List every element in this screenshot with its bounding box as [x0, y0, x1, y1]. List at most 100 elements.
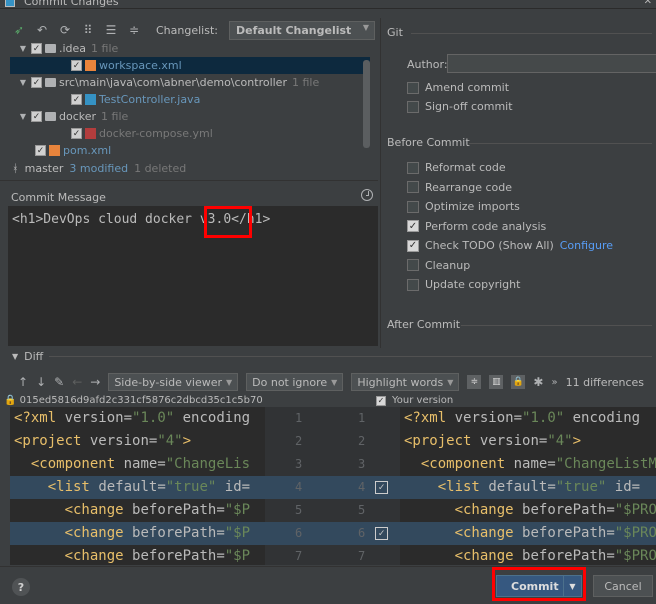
arrow-right-icon[interactable]: → — [90, 375, 100, 389]
option-checkbox[interactable] — [407, 259, 419, 271]
changelist-select[interactable]: Default Changelist ▼ — [228, 20, 375, 40]
tree-item[interactable]: ✓ pom.xml — [10, 142, 370, 159]
option-checkbox[interactable] — [407, 81, 419, 94]
gutter-row: 4 4 ✓ — [265, 476, 400, 499]
option-checkbox[interactable] — [407, 100, 419, 113]
window-title: Commit Changes — [24, 0, 119, 8]
chevron-down-icon[interactable]: ▼ — [18, 44, 28, 53]
sync-scroll-icon[interactable]: ▥ — [489, 375, 504, 389]
include-change-checkbox[interactable]: ✓ — [375, 527, 388, 540]
git-option[interactable]: Sign-off commit — [407, 100, 513, 113]
code-line: <change beforePath="$P — [64, 548, 251, 564]
branch-name[interactable]: master — [25, 162, 64, 175]
diff-right-editor[interactable]: <?xml version="1.0" encoding <project ver… — [400, 407, 656, 565]
before-commit-option[interactable]: ✓ Check TODO (Show All) Configure — [407, 239, 613, 252]
option-label: Perform code analysis — [425, 219, 547, 233]
code-line: <project version="4"> — [404, 433, 582, 449]
tree-item-label: TestController.java — [99, 93, 201, 106]
gear-icon[interactable]: ✱ — [533, 375, 543, 389]
commit-button[interactable]: Commit ▼ — [496, 575, 582, 597]
tree-checkbox[interactable]: ✓ — [31, 111, 42, 122]
tree-scrollbar[interactable] — [363, 60, 370, 148]
before-commit-option[interactable]: Rearrange code — [407, 181, 512, 194]
more-icon[interactable]: » — [551, 377, 557, 388]
divider — [461, 325, 652, 326]
collapse-unchanged-icon[interactable]: ≑ — [467, 375, 482, 389]
tree-item[interactable]: ✓ docker-compose.yml — [10, 125, 370, 142]
before-commit-option[interactable]: ✓ Perform code analysis — [407, 220, 546, 233]
option-checkbox[interactable] — [407, 278, 419, 291]
edit-icon[interactable]: ✎ — [54, 375, 64, 389]
lock-icon[interactable]: 🔒 — [511, 375, 526, 389]
history-clock-icon[interactable] — [361, 189, 373, 201]
commit-message-input[interactable]: <h1>DevOps cloud docker v3.0</h1> — [8, 206, 378, 346]
highlight-select[interactable]: Highlight words ▼ — [351, 373, 460, 391]
option-checkbox[interactable]: ✓ — [407, 239, 419, 252]
gutter-row: 6 6 ✓ — [265, 522, 400, 545]
arrow-down-icon[interactable]: ↓ — [36, 375, 46, 389]
help-button[interactable]: ? — [12, 578, 30, 596]
tree-item-label: docker — [59, 110, 97, 123]
diff-title-row: 🔒 015ed5816d9afd2c331cf5876c2dbcd35c1c5b… — [0, 395, 656, 407]
modified-count[interactable]: 3 modified — [69, 162, 128, 175]
differences-count: 11 differences — [565, 375, 645, 389]
divider — [0, 180, 378, 181]
ignore-select[interactable]: Do not ignore ▼ — [246, 373, 344, 391]
tree-checkbox[interactable]: ✓ — [71, 94, 82, 105]
refresh-icon[interactable]: ⟳ — [58, 23, 72, 37]
diff-arrow-icon[interactable]: ➶ — [12, 23, 26, 37]
before-commit-option[interactable]: Cleanup — [407, 259, 470, 272]
tree-item[interactable]: ▼ ✓ src\main\java\com\abner\demo\controlle… — [10, 74, 370, 91]
tree-checkbox[interactable]: ✓ — [35, 145, 46, 156]
tree-item[interactable]: ▼ ✓ .idea 1 file — [10, 40, 370, 57]
before-commit-option[interactable]: Reformat code — [407, 161, 506, 174]
app-icon — [5, 0, 15, 7]
commit-message-text: <h1>DevOps cloud docker v3.0</h1> — [12, 212, 271, 227]
diff-header[interactable]: ▼ Diff — [0, 348, 656, 364]
tree-checkbox[interactable]: ✓ — [31, 77, 42, 88]
collapse-all-icon[interactable]: ≑ — [127, 23, 141, 37]
diff-left-editor[interactable]: <?xml version="1.0" encoding <project ver… — [10, 407, 265, 565]
changes-tree[interactable]: ▼ ✓ .idea 1 file ✓ workspace.xml ▼ ✓ src\main\ja… — [10, 40, 370, 158]
before-commit-option[interactable]: Update copyright — [407, 278, 520, 291]
option-checkbox[interactable] — [407, 161, 419, 174]
option-checkbox[interactable] — [407, 200, 419, 213]
close-icon[interactable]: ✕ — [644, 0, 652, 7]
arrow-left-icon[interactable]: ← — [72, 375, 82, 389]
cancel-button[interactable]: Cancel — [593, 575, 653, 597]
tree-item[interactable]: ✓ workspace.xml — [10, 57, 370, 74]
group-icon[interactable]: ⠿ — [81, 23, 95, 37]
option-checkbox[interactable] — [407, 181, 419, 193]
git-section-title: Git — [387, 26, 403, 39]
tree-item[interactable]: ✓ TestController.java — [10, 91, 370, 108]
chevron-down-icon[interactable]: ▼ — [18, 78, 28, 87]
author-input[interactable] — [447, 54, 656, 73]
tree-checkbox[interactable]: ✓ — [71, 128, 82, 139]
expand-all-icon[interactable]: ☰ — [104, 23, 118, 37]
tree-item-count: 1 file — [291, 76, 320, 89]
chevron-down-icon[interactable]: ▼ — [563, 576, 581, 596]
tree-item-label: workspace.xml — [99, 59, 182, 72]
tree-item-label: .idea — [59, 42, 87, 55]
git-option[interactable]: Amend commit — [407, 81, 509, 94]
tree-checkbox[interactable]: ✓ — [31, 43, 42, 54]
viewer-select[interactable]: Side-by-side viewer ▼ — [108, 373, 239, 391]
java-file-icon — [85, 94, 96, 105]
configure-link[interactable]: Configure — [560, 239, 613, 252]
diff-gutter: 1 1 2 2 3 3 4 4 ✓ 5 5 6 6 ✓ 7 7 — [265, 407, 400, 565]
chevron-down-icon[interactable]: ▼ — [18, 112, 28, 121]
code-line: <list default="true" id= — [400, 476, 656, 499]
code-line: <?xml version="1.0" encoding — [404, 410, 641, 426]
undo-icon[interactable]: ↶ — [35, 23, 49, 37]
yml-file-icon — [85, 128, 96, 139]
option-checkbox[interactable]: ✓ — [407, 220, 419, 232]
your-version-checkbox[interactable]: ✓ — [376, 395, 386, 406]
right-line-number: 3 — [358, 457, 366, 471]
include-change-checkbox[interactable]: ✓ — [375, 481, 388, 494]
chevron-down-icon: ▼ — [226, 377, 233, 387]
tree-item[interactable]: ▼ ✓ docker 1 file — [10, 108, 370, 125]
arrow-up-icon[interactable]: ↑ — [18, 375, 28, 389]
tree-checkbox[interactable]: ✓ — [71, 60, 82, 71]
gutter-row: 22 — [265, 430, 400, 453]
before-commit-option[interactable]: Optimize imports — [407, 200, 520, 213]
